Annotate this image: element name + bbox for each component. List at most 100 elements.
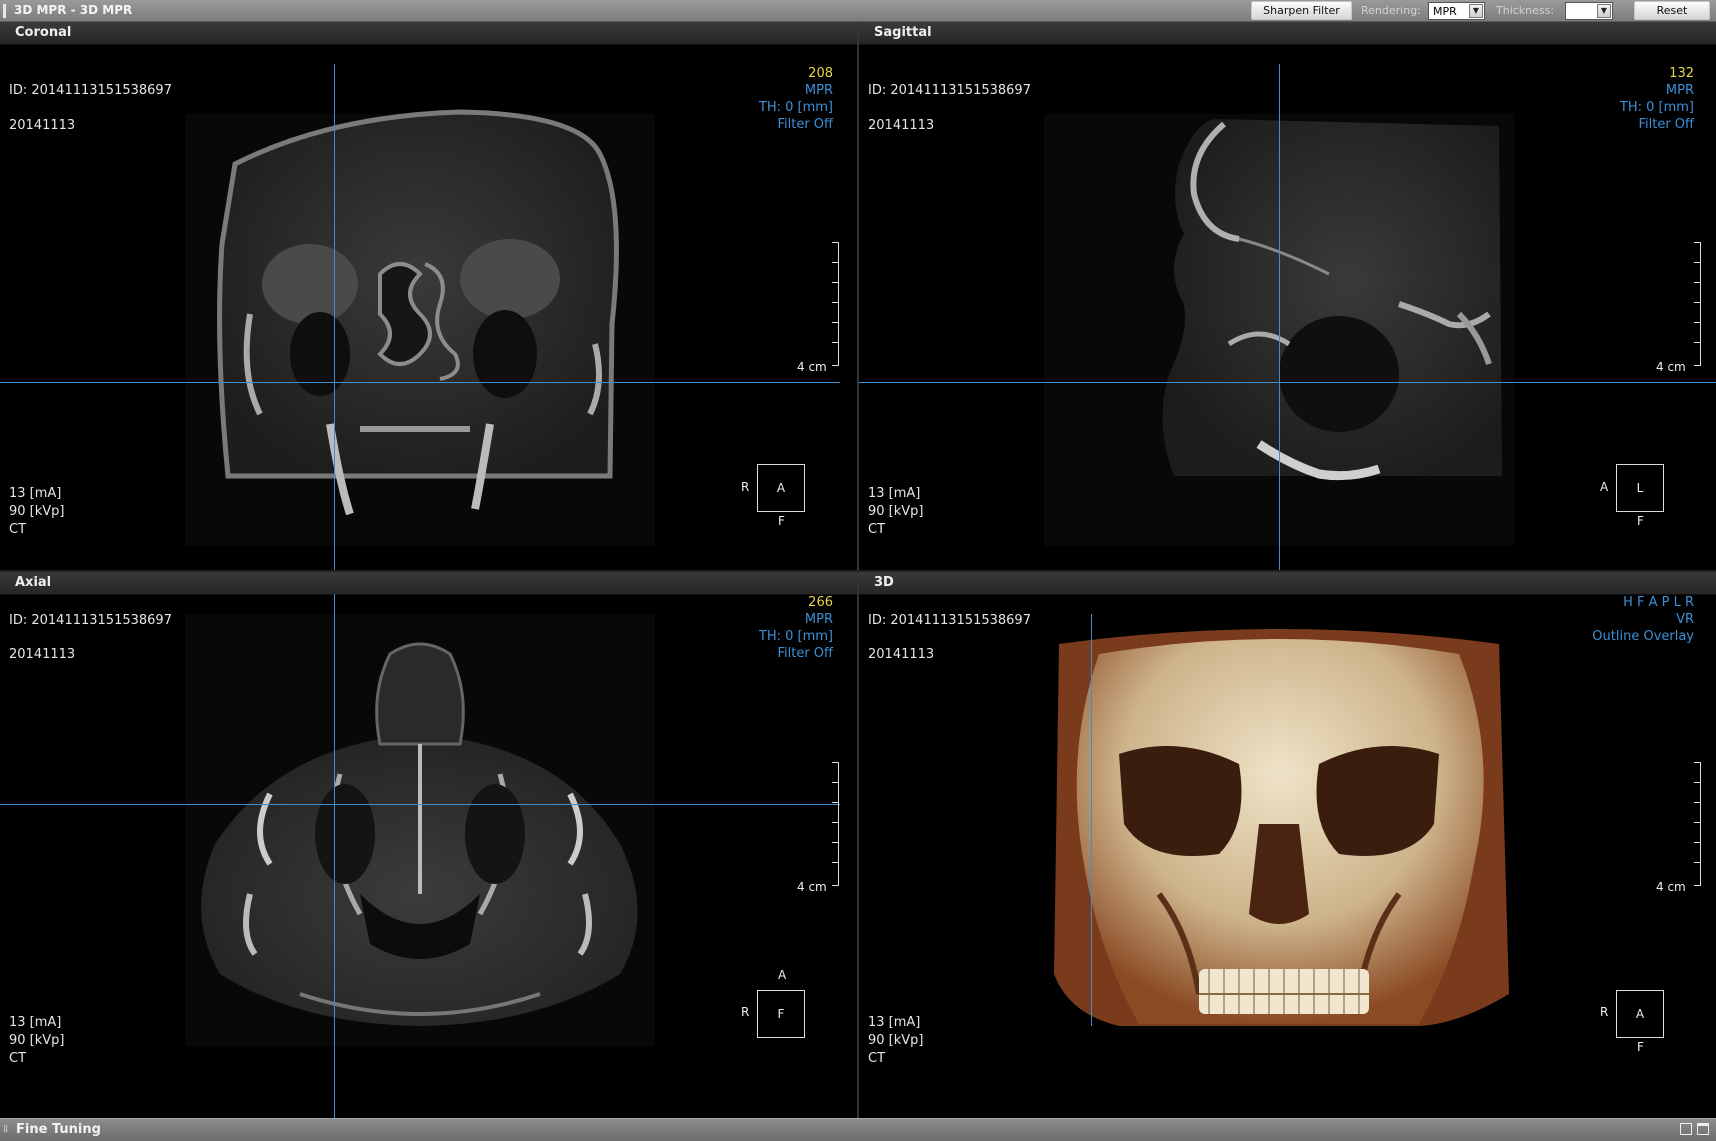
window-title: 3D MPR - 3D MPR bbox=[14, 3, 133, 17]
study-date: 20141113 bbox=[9, 647, 76, 662]
window-grip-icon bbox=[3, 4, 6, 18]
fine-tuning-title: Fine Tuning bbox=[16, 1122, 101, 1137]
patient-id: ID: 20141113151538697 bbox=[868, 613, 1031, 628]
thickness-select[interactable]: ▼ bbox=[1565, 2, 1613, 20]
filter-status: Filter Off bbox=[1638, 117, 1694, 132]
tube-current: 13 [mA] bbox=[868, 1015, 921, 1030]
viewport-header: 3D bbox=[859, 572, 1716, 595]
viewport-canvas[interactable]: ID: 20141113151538697 20141113 266 MPR T… bbox=[0, 594, 857, 1118]
sagittal-viewport[interactable]: Sagittal ID: 20141113151538697 20141113 … bbox=[859, 22, 1716, 570]
skull-3d-render bbox=[1054, 629, 1509, 1026]
rendering-value: MPR bbox=[1433, 5, 1457, 18]
viewport-canvas[interactable]: ID: 20141113151538697 20141113 132 MPR T… bbox=[859, 44, 1716, 570]
scale-label: 4 cm bbox=[1656, 880, 1686, 894]
patient-id: ID: 20141113151538697 bbox=[9, 83, 172, 98]
viewport-title: Coronal bbox=[15, 25, 72, 40]
orientation-bottom-label: F bbox=[1637, 1040, 1644, 1054]
viewport-splitter-horizontal[interactable] bbox=[0, 570, 1716, 572]
orientation-left-label: R bbox=[741, 480, 750, 494]
viewport-header: Coronal bbox=[0, 22, 857, 45]
modality: CT bbox=[9, 522, 27, 537]
tube-current: 13 [mA] bbox=[868, 486, 921, 501]
orientation-cube[interactable]: A bbox=[757, 464, 805, 512]
viewport-title: Axial bbox=[15, 575, 52, 590]
sharpen-filter-button[interactable]: Sharpen Filter bbox=[1251, 1, 1352, 20]
slice-number: 266 bbox=[808, 595, 833, 610]
scale-label: 4 cm bbox=[797, 880, 827, 894]
orientation-left-label: R bbox=[1600, 1005, 1609, 1019]
sagittal-ct-image bbox=[1044, 114, 1514, 546]
tube-current: 13 [mA] bbox=[9, 1015, 62, 1030]
scale-bar bbox=[830, 762, 839, 886]
modality: CT bbox=[9, 1051, 27, 1066]
slice-thickness: TH: 0 [mm] bbox=[758, 100, 833, 115]
orientation-left-label: A bbox=[1600, 480, 1609, 494]
study-date: 20141113 bbox=[868, 118, 935, 133]
scale-label: 4 cm bbox=[1656, 360, 1686, 374]
orientation-cube[interactable]: L bbox=[1616, 464, 1664, 512]
coronal-ct-image bbox=[185, 109, 655, 546]
chevron-down-icon[interactable]: ▼ bbox=[1469, 4, 1483, 18]
study-date: 20141113 bbox=[868, 647, 935, 662]
title-bar: 3D MPR - 3D MPR Sharpen Filter Rendering… bbox=[0, 0, 1716, 22]
orientation-bottom-label: F bbox=[778, 514, 785, 528]
viewport-header: Axial bbox=[0, 572, 857, 595]
scale-bar bbox=[830, 242, 839, 366]
coronal-viewport[interactable]: Coronal ID: 20141113151538697 20141113 2… bbox=[0, 22, 857, 570]
fine-tuning-bar[interactable]: ⁞⁞ Fine Tuning bbox=[0, 1118, 1716, 1141]
slice-thickness: TH: 0 [mm] bbox=[1619, 100, 1694, 115]
orientation-left-label: R bbox=[741, 1005, 750, 1019]
crosshair-vertical[interactable] bbox=[334, 594, 335, 1118]
axial-ct-image bbox=[185, 614, 655, 1046]
orientation-top-label: A bbox=[778, 968, 787, 982]
tube-voltage: 90 [kVp] bbox=[868, 504, 924, 519]
axial-viewport[interactable]: Axial ID: 20141113151538697 20141113 266… bbox=[0, 572, 857, 1118]
render-mode: MPR bbox=[804, 83, 833, 98]
slice-number: 208 bbox=[808, 66, 833, 81]
folder-icon[interactable] bbox=[1697, 1123, 1709, 1135]
modality: CT bbox=[868, 522, 886, 537]
orientation-cube[interactable]: A bbox=[1616, 990, 1664, 1038]
rendering-label: Rendering: bbox=[1361, 4, 1421, 17]
grip-dots-icon: ⁞⁞ bbox=[3, 1124, 8, 1135]
filter-status: Filter Off bbox=[777, 646, 833, 661]
patient-id: ID: 20141113151538697 bbox=[9, 613, 172, 628]
scale-bar bbox=[1692, 762, 1701, 886]
viewport-title: 3D bbox=[874, 575, 894, 590]
view-directions[interactable]: H F A P L R bbox=[1623, 594, 1694, 611]
volume-render-viewport[interactable]: 3D ID: 20141113151538697 20141113 H F A … bbox=[859, 572, 1716, 1118]
tube-current: 13 [mA] bbox=[9, 486, 62, 501]
viewport-title: Sagittal bbox=[874, 25, 932, 40]
thickness-label: Thickness: bbox=[1496, 4, 1555, 17]
crosshair-vertical[interactable] bbox=[1091, 614, 1092, 1026]
viewport-canvas[interactable]: ID: 20141113151538697 20141113 208 MPR T… bbox=[0, 44, 857, 570]
scale-bar bbox=[1692, 242, 1701, 366]
study-date: 20141113 bbox=[9, 118, 76, 133]
render-mode: MPR bbox=[804, 612, 833, 627]
render-mode: VR bbox=[1676, 612, 1694, 627]
overlay-status: Outline Overlay bbox=[1592, 629, 1694, 644]
viewport-header: Sagittal bbox=[859, 22, 1716, 45]
tube-voltage: 90 [kVp] bbox=[9, 1033, 65, 1048]
patient-id: ID: 20141113151538697 bbox=[868, 83, 1031, 98]
chevron-down-icon[interactable]: ▼ bbox=[1597, 4, 1611, 18]
orientation-cube[interactable]: F bbox=[757, 990, 805, 1038]
scale-label: 4 cm bbox=[797, 360, 827, 374]
reset-button[interactable]: Reset bbox=[1634, 1, 1710, 20]
slice-number: 132 bbox=[1669, 66, 1694, 81]
modality: CT bbox=[868, 1051, 886, 1066]
save-icon[interactable] bbox=[1680, 1123, 1692, 1135]
viewport-canvas[interactable]: ID: 20141113151538697 20141113 H F A P L… bbox=[859, 594, 1716, 1118]
crosshair-horizontal[interactable] bbox=[859, 382, 1716, 383]
rendering-select[interactable]: MPR ▼ bbox=[1428, 2, 1485, 20]
orientation-bottom-label: F bbox=[1637, 514, 1644, 528]
render-mode: MPR bbox=[1665, 83, 1694, 98]
tube-voltage: 90 [kVp] bbox=[9, 504, 65, 519]
slice-thickness: TH: 0 [mm] bbox=[758, 629, 833, 644]
tube-voltage: 90 [kVp] bbox=[868, 1033, 924, 1048]
crosshair-vertical[interactable] bbox=[334, 64, 335, 570]
crosshair-vertical[interactable] bbox=[1279, 64, 1280, 570]
crosshair-horizontal[interactable] bbox=[0, 804, 840, 805]
filter-status: Filter Off bbox=[777, 117, 833, 132]
crosshair-horizontal[interactable] bbox=[0, 382, 840, 383]
